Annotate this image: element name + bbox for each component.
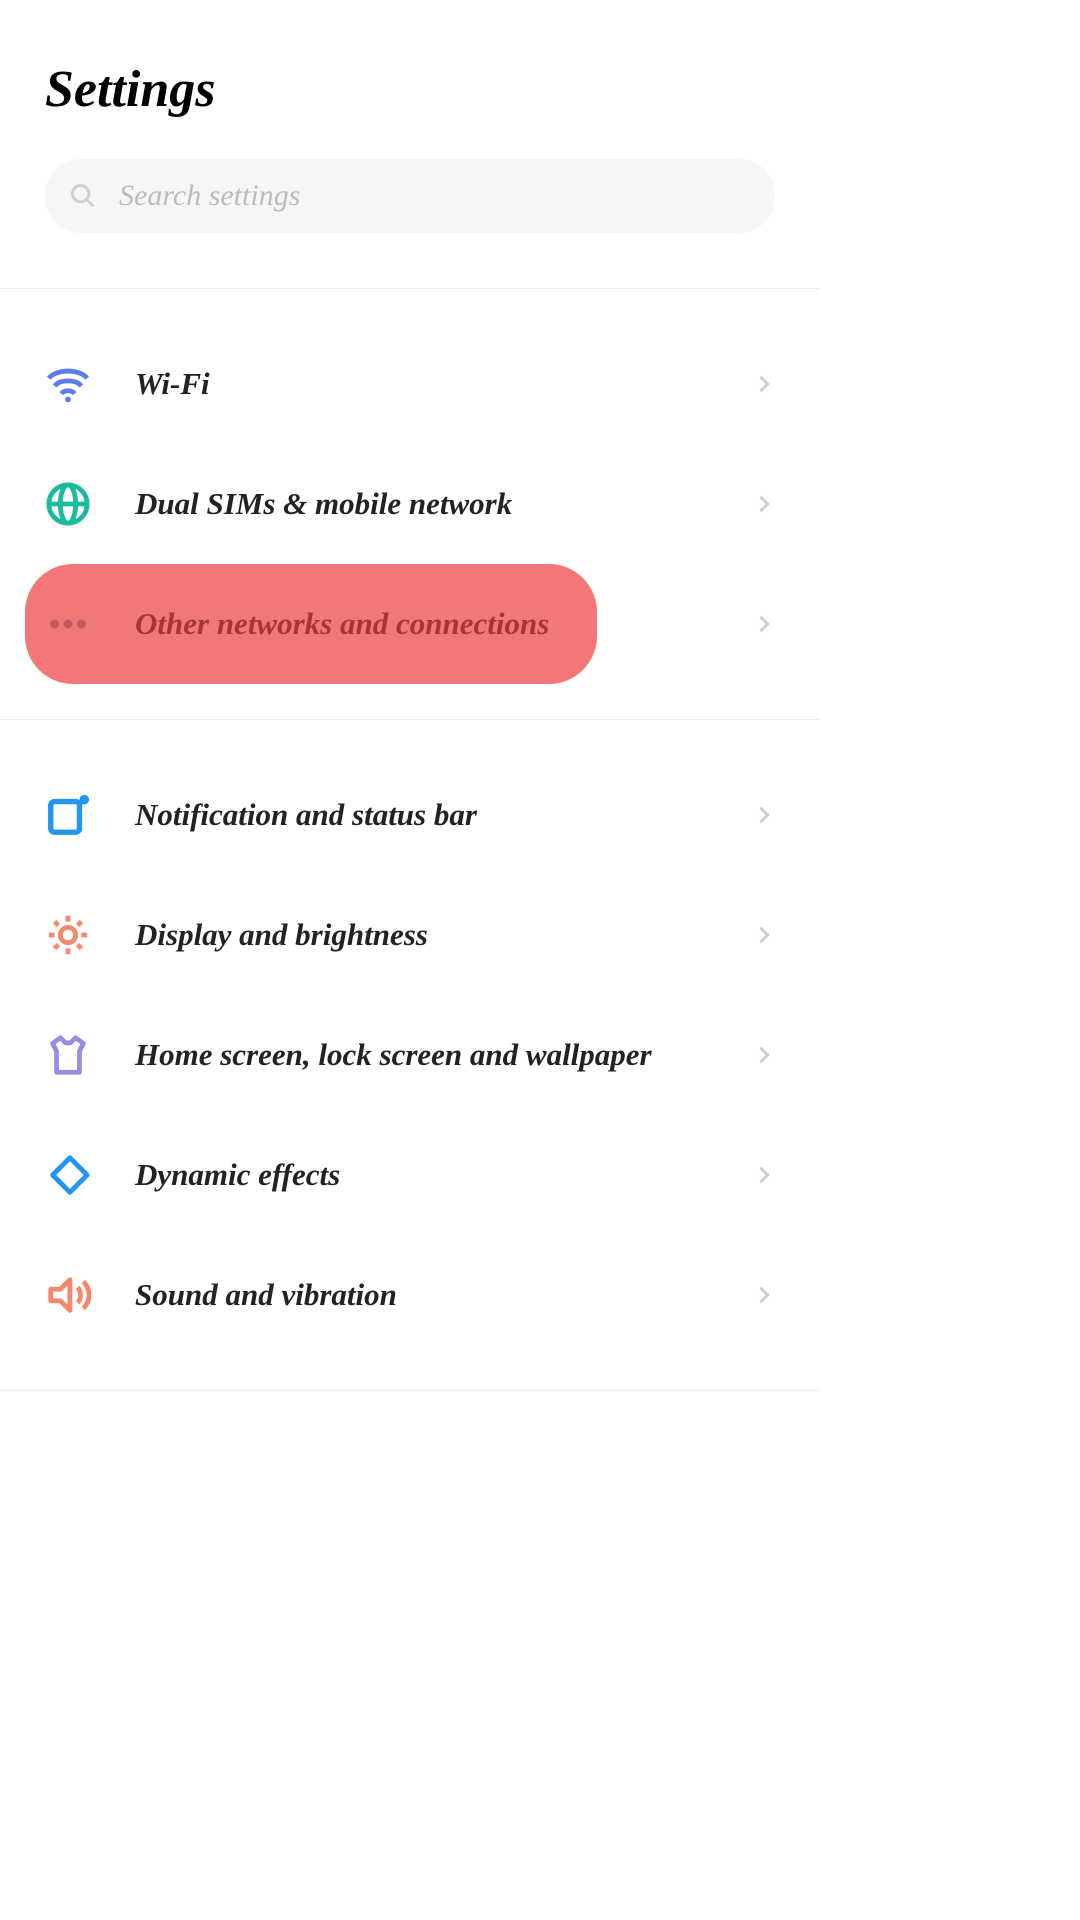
item-label: Sound and vibration (135, 1277, 753, 1313)
wifi-icon (45, 361, 91, 407)
shirt-icon (45, 1032, 91, 1078)
list-item-mobile-network[interactable]: Dual SIMs & mobile network (45, 444, 775, 564)
globe-icon (45, 481, 91, 527)
item-label: Display and brightness (135, 917, 753, 953)
item-label: Wi-Fi (135, 366, 753, 402)
search-input[interactable] (119, 179, 751, 213)
chevron-right-icon (753, 804, 775, 826)
page-title: Settings (45, 0, 775, 159)
search-bar[interactable] (45, 159, 775, 233)
list-group-display: Notification and status bar D (45, 720, 775, 1390)
brightness-icon (45, 912, 91, 958)
chevron-right-icon (753, 493, 775, 515)
list-item-wifi[interactable]: Wi-Fi (45, 324, 775, 444)
list-group-network: Wi-Fi Dual SIMs & mobile network (45, 289, 775, 719)
chevron-right-icon (753, 1164, 775, 1186)
list-item-display[interactable]: Display and brightness (45, 875, 775, 995)
list-item-sound[interactable]: Sound and vibration (45, 1235, 775, 1355)
list-item-dynamic-effects[interactable]: Dynamic effects (45, 1115, 775, 1235)
item-label: Dual SIMs & mobile network (135, 486, 753, 522)
notification-icon (45, 792, 91, 838)
chevron-right-icon (753, 1044, 775, 1066)
chevron-right-icon (753, 1284, 775, 1306)
chevron-right-icon (753, 373, 775, 395)
item-label: Notification and status bar (135, 797, 753, 833)
list-item-home-screen[interactable]: Home screen, lock screen and wallpaper (45, 995, 775, 1115)
chevron-right-icon (753, 613, 775, 635)
list-item-notification[interactable]: Notification and status bar (45, 755, 775, 875)
item-label: Home screen, lock screen and wallpaper (135, 1037, 753, 1073)
divider (0, 1390, 820, 1391)
chevron-right-icon (753, 924, 775, 946)
diamond-icon (45, 1152, 91, 1198)
list-item-other-networks[interactable]: Other networks and connections (25, 564, 597, 684)
sound-icon (45, 1272, 91, 1318)
dots-icon (45, 601, 91, 647)
search-icon (69, 182, 97, 210)
item-label: Dynamic effects (135, 1157, 753, 1193)
item-label: Other networks and connections (135, 606, 573, 642)
